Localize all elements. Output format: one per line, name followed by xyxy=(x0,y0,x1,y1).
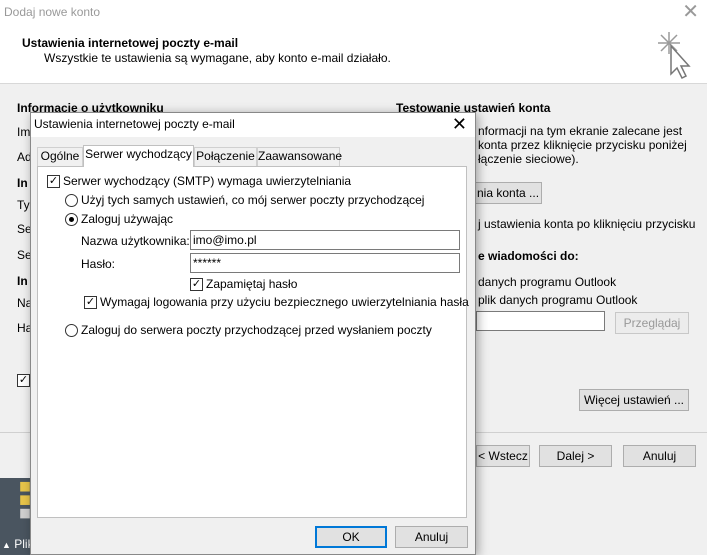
deliver-option-existing[interactable]: plik danych programu Outlook xyxy=(478,293,637,307)
test-settings-text: łączenie sieciowe). xyxy=(478,152,579,166)
test-settings-text: nformacji na tym ekranie zalecane jest xyxy=(478,124,683,138)
left-fragment: Im xyxy=(17,125,31,139)
login-using-option[interactable]: Zaloguj używając xyxy=(65,212,173,226)
data-file-input[interactable] xyxy=(476,311,605,331)
same-settings-radio[interactable] xyxy=(65,193,78,207)
remember-password-option[interactable]: ✓ Zapamiętaj hasło xyxy=(190,277,297,291)
requires-auth-option[interactable]: ✓ Serwer wychodzący (SMTP) wymaga uwierz… xyxy=(47,174,351,188)
left-fragment: Ty xyxy=(17,198,30,212)
spa-option[interactable]: ✓ Wymagaj logowania przy użyciu bezpiecz… xyxy=(84,295,469,309)
dialog-title: Ustawienia internetowej poczty e-mail xyxy=(34,117,235,131)
same-settings-option[interactable]: Użyj tych samych ustawień, co mój serwer… xyxy=(65,193,424,207)
tab-general[interactable]: Ogólne xyxy=(37,147,83,166)
spa-checkbox[interactable]: ✓ xyxy=(84,295,97,309)
wizard-header: Ustawienia internetowej poczty e-mail Ws… xyxy=(0,26,707,84)
auto-test-text: j ustawienia konta po kliknięciu przycis… xyxy=(478,217,696,231)
left-fragment: In xyxy=(17,176,28,190)
test-account-button[interactable]: nia konta ... xyxy=(466,182,542,204)
login-using-radio[interactable] xyxy=(65,212,78,226)
deliver-option-new[interactable]: danych programu Outlook xyxy=(478,275,616,289)
login-incoming-first-radio[interactable] xyxy=(65,323,78,337)
requires-auth-label: Serwer wychodzący (SMTP) wymaga uwierzyt… xyxy=(63,174,352,188)
window-close-icon[interactable]: ✕ xyxy=(682,2,699,22)
login-using-label: Zaloguj używając xyxy=(81,212,174,226)
tab-outgoing-server[interactable]: Serwer wychodzący xyxy=(83,145,194,167)
ok-button[interactable]: OK xyxy=(315,526,387,548)
deliver-heading: e wiadomości do: xyxy=(478,249,579,263)
cursor-sparkle-icon xyxy=(658,32,691,80)
tab-advanced[interactable]: Zaawansowane xyxy=(257,147,342,166)
internet-email-settings-dialog: Ustawienia internetowej poczty e-mail ✕ … xyxy=(30,112,476,555)
browse-button[interactable]: Przeglądaj xyxy=(615,312,689,334)
spa-label: Wymagaj logowania przy użyciu bezpieczne… xyxy=(100,295,469,309)
dialog-cancel-button[interactable]: Anuluj xyxy=(395,526,468,548)
dialog-close-icon[interactable]: ✕ xyxy=(452,114,467,134)
outgoing-server-panel: ✓ Serwer wychodzący (SMTP) wymaga uwierz… xyxy=(37,166,469,518)
password-label: Hasło: xyxy=(81,257,116,271)
dialog-titlebar: Ustawienia internetowej poczty e-mail ✕ xyxy=(31,113,475,137)
more-settings-button[interactable]: Więcej ustawień ... xyxy=(579,389,689,411)
wizard-cancel-button[interactable]: Anuluj xyxy=(623,445,696,467)
wizard-header-subtitle: Wszystkie te ustawienia są wymagane, aby… xyxy=(44,51,391,65)
remember-password-checkbox[interactable]: ✓ xyxy=(190,277,203,291)
tab-connection[interactable]: Połączenie xyxy=(194,147,257,166)
remember-password-label: Zapamiętaj hasło xyxy=(206,277,298,291)
username-label: Nazwa użytkownika: xyxy=(81,234,190,248)
left-fragment: In xyxy=(17,274,28,288)
login-incoming-first-option[interactable]: Zaloguj do serwera poczty przychodzącej … xyxy=(65,323,432,337)
requires-auth-checkbox[interactable]: ✓ xyxy=(47,174,60,188)
password-input[interactable] xyxy=(190,253,460,273)
taskbar-file-label[interactable]: ▲ Plik xyxy=(2,537,34,551)
username-input[interactable] xyxy=(190,230,460,250)
login-incoming-first-label: Zaloguj do serwera poczty przychodzącej … xyxy=(81,323,432,337)
back-button[interactable]: < Wstecz xyxy=(476,445,530,467)
same-settings-label: Użyj tych samych ustawień, co mój serwer… xyxy=(81,193,425,207)
wizard-header-title: Ustawienia internetowej poczty e-mail xyxy=(22,36,239,50)
remember-checkbox-bg[interactable]: ✓ xyxy=(17,374,30,387)
window-title: Dodaj nowe konto xyxy=(4,5,101,19)
next-button[interactable]: Dalej > xyxy=(539,445,612,467)
window-titlebar: Dodaj nowe konto ✕ xyxy=(0,0,707,26)
test-settings-text: konta przez kliknięcie przycisku poniżej xyxy=(478,138,687,152)
